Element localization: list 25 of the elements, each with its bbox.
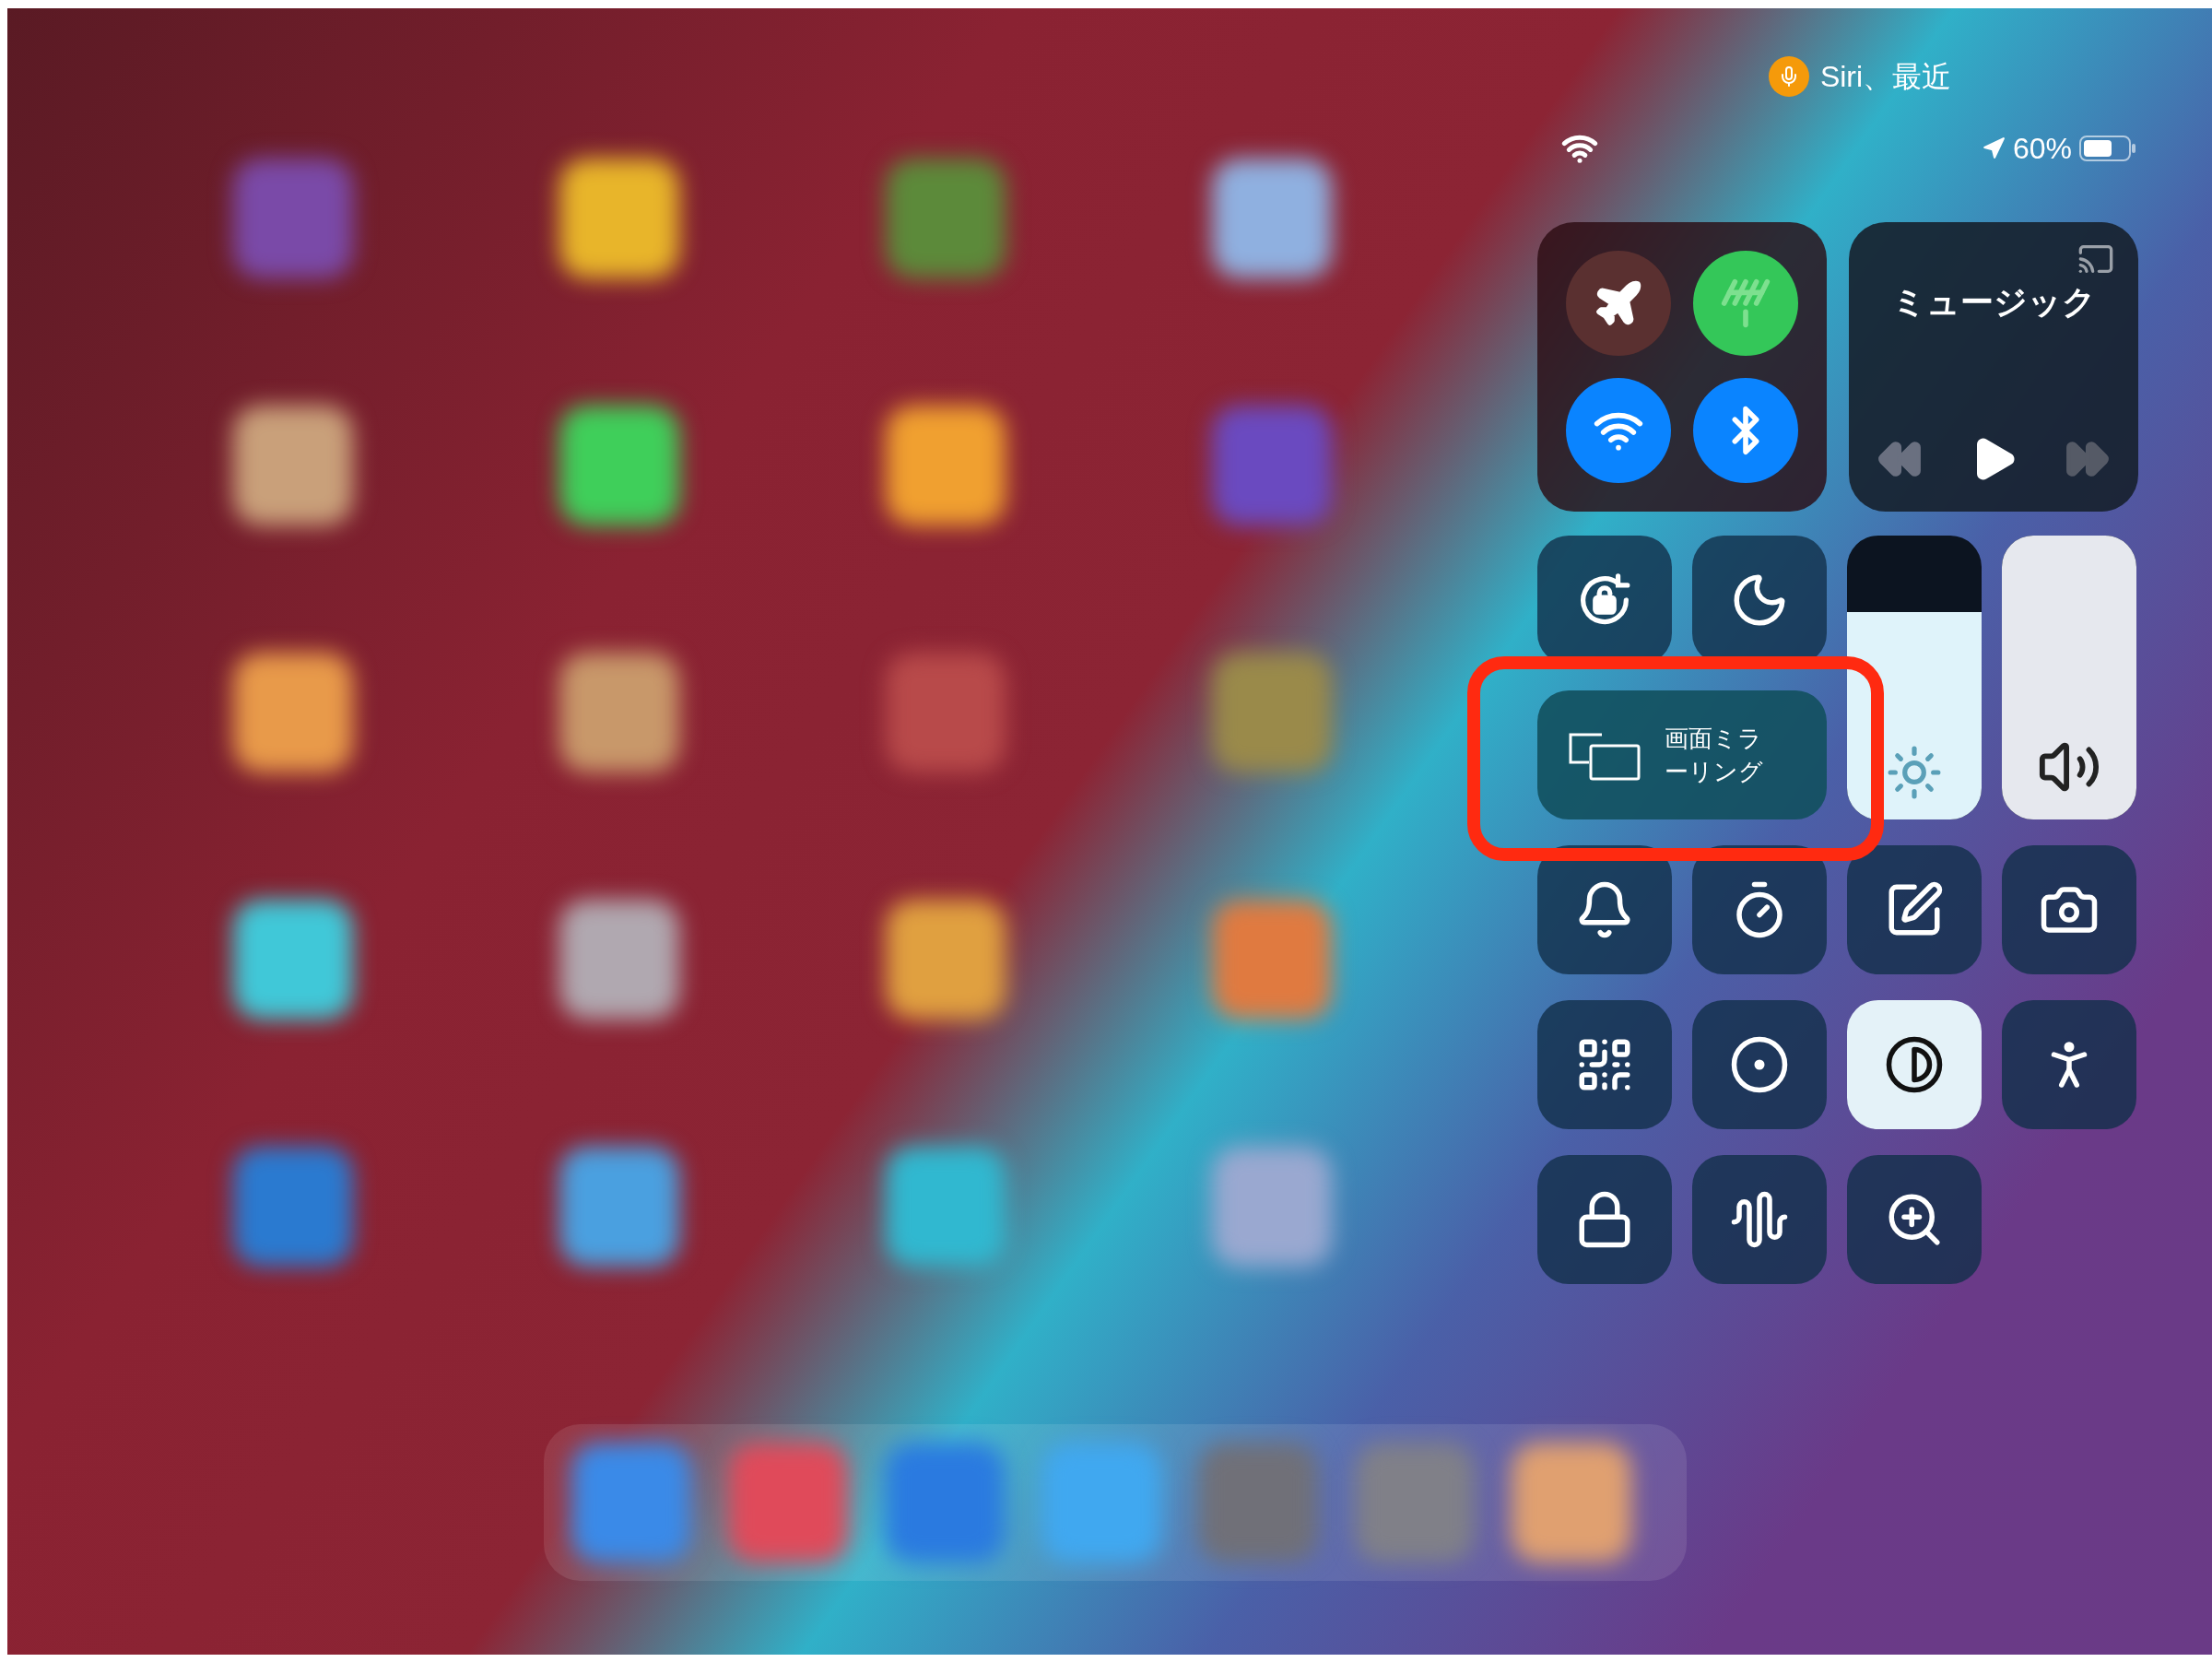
magnifier-toggle[interactable] (1847, 1155, 1982, 1284)
camera-toggle[interactable] (2002, 845, 2136, 974)
screen-recording-toggle[interactable] (1692, 1000, 1827, 1129)
sun-icon (1886, 744, 1943, 801)
waveform-icon (1729, 1189, 1790, 1250)
music-title: ミュージック (1890, 282, 2097, 323)
notes-toggle[interactable] (1847, 845, 1982, 974)
code-scanner-toggle[interactable] (1537, 1000, 1672, 1129)
flashlight-bell-toggle[interactable] (1537, 845, 1672, 974)
timer-toggle[interactable] (1692, 845, 1827, 974)
screen-mirroring-button[interactable]: 画面ミラーリング (1537, 690, 1827, 819)
record-icon (1729, 1034, 1790, 1095)
antenna-icon (1720, 277, 1771, 329)
siri-indicator-label: Siri、最近 (1819, 59, 1952, 95)
dark-mode-toggle[interactable] (1847, 1000, 1982, 1129)
mic-indicator-icon (1768, 56, 1809, 97)
brightness-slider[interactable] (1847, 536, 1982, 819)
contrast-icon (1884, 1034, 1945, 1095)
battery-icon (2079, 135, 2136, 162)
location-arrow-icon (1981, 136, 2006, 160)
guided-access-toggle[interactable] (1537, 1155, 1672, 1284)
accessibility-toggle[interactable] (2002, 1000, 2136, 1129)
volume-slider[interactable] (2002, 536, 2136, 819)
battery-percentage: 60% (2012, 131, 2072, 167)
sound-recognition-toggle[interactable] (1692, 1155, 1827, 1284)
